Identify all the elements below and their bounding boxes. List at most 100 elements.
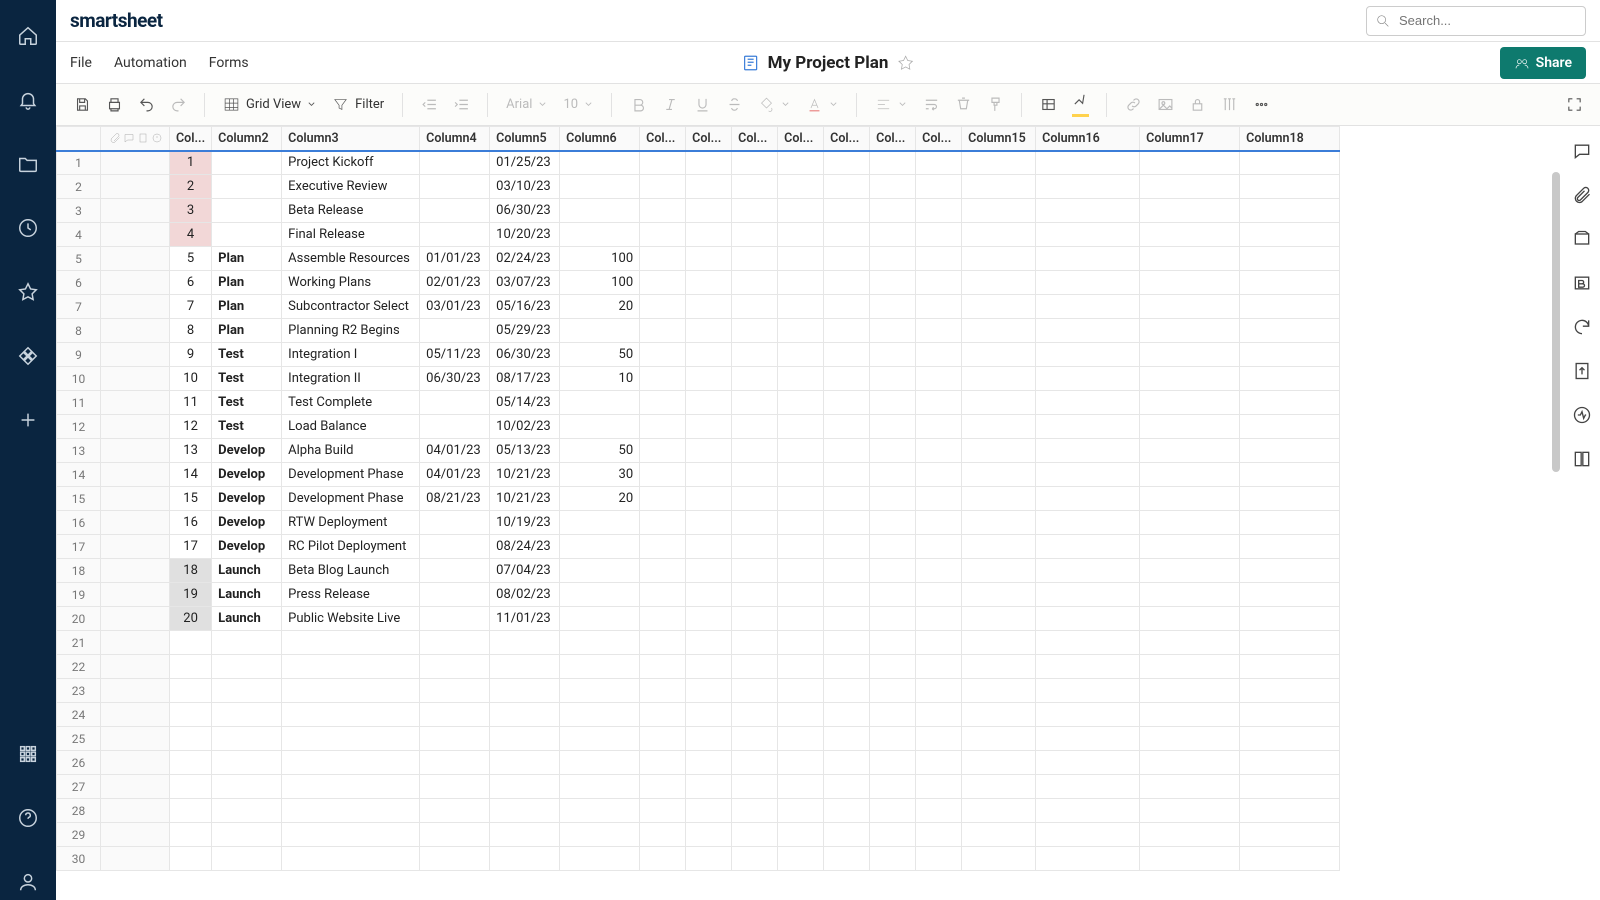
cell[interactable]: 6 — [170, 271, 212, 295]
cell[interactable] — [1140, 415, 1240, 439]
table-row[interactable]: 29 — [57, 823, 1340, 847]
cell[interactable]: Planning R2 Begins — [282, 319, 420, 343]
cell[interactable] — [686, 559, 732, 583]
cell[interactable] — [916, 583, 962, 607]
cell[interactable] — [490, 775, 560, 799]
cell[interactable] — [282, 751, 420, 775]
font-selector[interactable]: Arial — [500, 97, 553, 112]
cell[interactable] — [212, 199, 282, 223]
cell[interactable] — [916, 343, 962, 367]
cell[interactable] — [870, 655, 916, 679]
cell[interactable] — [870, 247, 916, 271]
cell[interactable] — [732, 679, 778, 703]
cell[interactable] — [1140, 655, 1240, 679]
cell[interactable] — [212, 631, 282, 655]
row-icons[interactable] — [101, 367, 170, 391]
cell[interactable]: 06/30/23 — [420, 367, 490, 391]
solution-center-icon[interactable] — [10, 736, 46, 772]
cell[interactable]: 07/04/23 — [490, 559, 560, 583]
cell[interactable]: 05/14/23 — [490, 391, 560, 415]
cell[interactable] — [824, 511, 870, 535]
cell[interactable] — [962, 535, 1036, 559]
row-number[interactable]: 18 — [57, 559, 101, 583]
cell[interactable] — [420, 511, 490, 535]
cell[interactable]: 30 — [560, 463, 640, 487]
cell[interactable] — [732, 799, 778, 823]
cell[interactable] — [916, 271, 962, 295]
cell[interactable] — [778, 511, 824, 535]
cell[interactable] — [778, 319, 824, 343]
cell[interactable] — [870, 679, 916, 703]
cell[interactable] — [640, 607, 686, 631]
cell[interactable] — [212, 751, 282, 775]
row-number[interactable]: 14 — [57, 463, 101, 487]
cell[interactable] — [962, 775, 1036, 799]
cell[interactable] — [824, 823, 870, 847]
cell[interactable] — [870, 199, 916, 223]
cell[interactable] — [870, 823, 916, 847]
cell[interactable] — [824, 583, 870, 607]
cell[interactable]: 11 — [170, 391, 212, 415]
cell[interactable] — [824, 247, 870, 271]
save-icon[interactable] — [68, 91, 96, 119]
cell[interactable] — [1036, 559, 1140, 583]
table-row[interactable]: 1111TestTest Complete05/14/23 — [57, 391, 1340, 415]
table-row[interactable]: 1515DevelopDevelopment Phase08/21/2310/2… — [57, 487, 1340, 511]
cell[interactable]: 08/21/23 — [420, 487, 490, 511]
column-header[interactable]: Column5 — [490, 127, 560, 151]
help-icon[interactable] — [10, 800, 46, 836]
cell[interactable] — [686, 727, 732, 751]
publish-icon[interactable] — [1572, 361, 1592, 385]
cell[interactable]: 11/01/23 — [490, 607, 560, 631]
column-header[interactable]: Column3 — [282, 127, 420, 151]
row-number[interactable]: 19 — [57, 583, 101, 607]
row-icons[interactable] — [101, 415, 170, 439]
column-header[interactable]: Column15 — [962, 127, 1036, 151]
row-icons[interactable] — [101, 559, 170, 583]
row-icons[interactable] — [101, 487, 170, 511]
cell[interactable] — [686, 607, 732, 631]
cell[interactable]: Launch — [212, 583, 282, 607]
favorite-star-icon[interactable] — [896, 54, 914, 72]
table-row[interactable]: 23 — [57, 679, 1340, 703]
cell[interactable] — [870, 319, 916, 343]
cell[interactable] — [1036, 727, 1140, 751]
cell[interactable] — [560, 199, 640, 223]
cell[interactable] — [640, 463, 686, 487]
cell[interactable] — [1240, 751, 1340, 775]
cell[interactable] — [870, 151, 916, 175]
global-search[interactable] — [1366, 6, 1586, 36]
cell[interactable] — [870, 727, 916, 751]
cell[interactable] — [870, 751, 916, 775]
cell[interactable] — [686, 655, 732, 679]
cell[interactable] — [1036, 367, 1140, 391]
cell[interactable]: 14 — [170, 463, 212, 487]
cell[interactable] — [1140, 223, 1240, 247]
cell[interactable] — [1140, 175, 1240, 199]
grid-area[interactable]: Col...Column2Column3Column4Column5Column… — [56, 126, 1600, 900]
column-header[interactable]: Col... — [870, 127, 916, 151]
cell[interactable] — [778, 631, 824, 655]
workapps-icon[interactable] — [10, 338, 46, 374]
cell[interactable]: 8 — [170, 319, 212, 343]
cell[interactable] — [1036, 847, 1140, 871]
cell[interactable] — [640, 295, 686, 319]
create-icon[interactable] — [10, 402, 46, 438]
cell[interactable] — [1240, 727, 1340, 751]
cell[interactable] — [1140, 799, 1240, 823]
cell[interactable]: Test — [212, 415, 282, 439]
cell[interactable] — [870, 439, 916, 463]
cell[interactable]: Development Phase — [282, 463, 420, 487]
cell[interactable] — [212, 799, 282, 823]
cell[interactable]: 2 — [170, 175, 212, 199]
cell[interactable] — [962, 319, 1036, 343]
column-settings-icon[interactable] — [1215, 91, 1243, 119]
menu-file[interactable]: File — [70, 55, 92, 71]
cell[interactable] — [1240, 823, 1340, 847]
cell[interactable] — [420, 727, 490, 751]
row-icons[interactable] — [101, 631, 170, 655]
cell[interactable] — [916, 199, 962, 223]
cell[interactable]: 05/13/23 — [490, 439, 560, 463]
cell[interactable] — [916, 703, 962, 727]
cell[interactable]: Plan — [212, 247, 282, 271]
